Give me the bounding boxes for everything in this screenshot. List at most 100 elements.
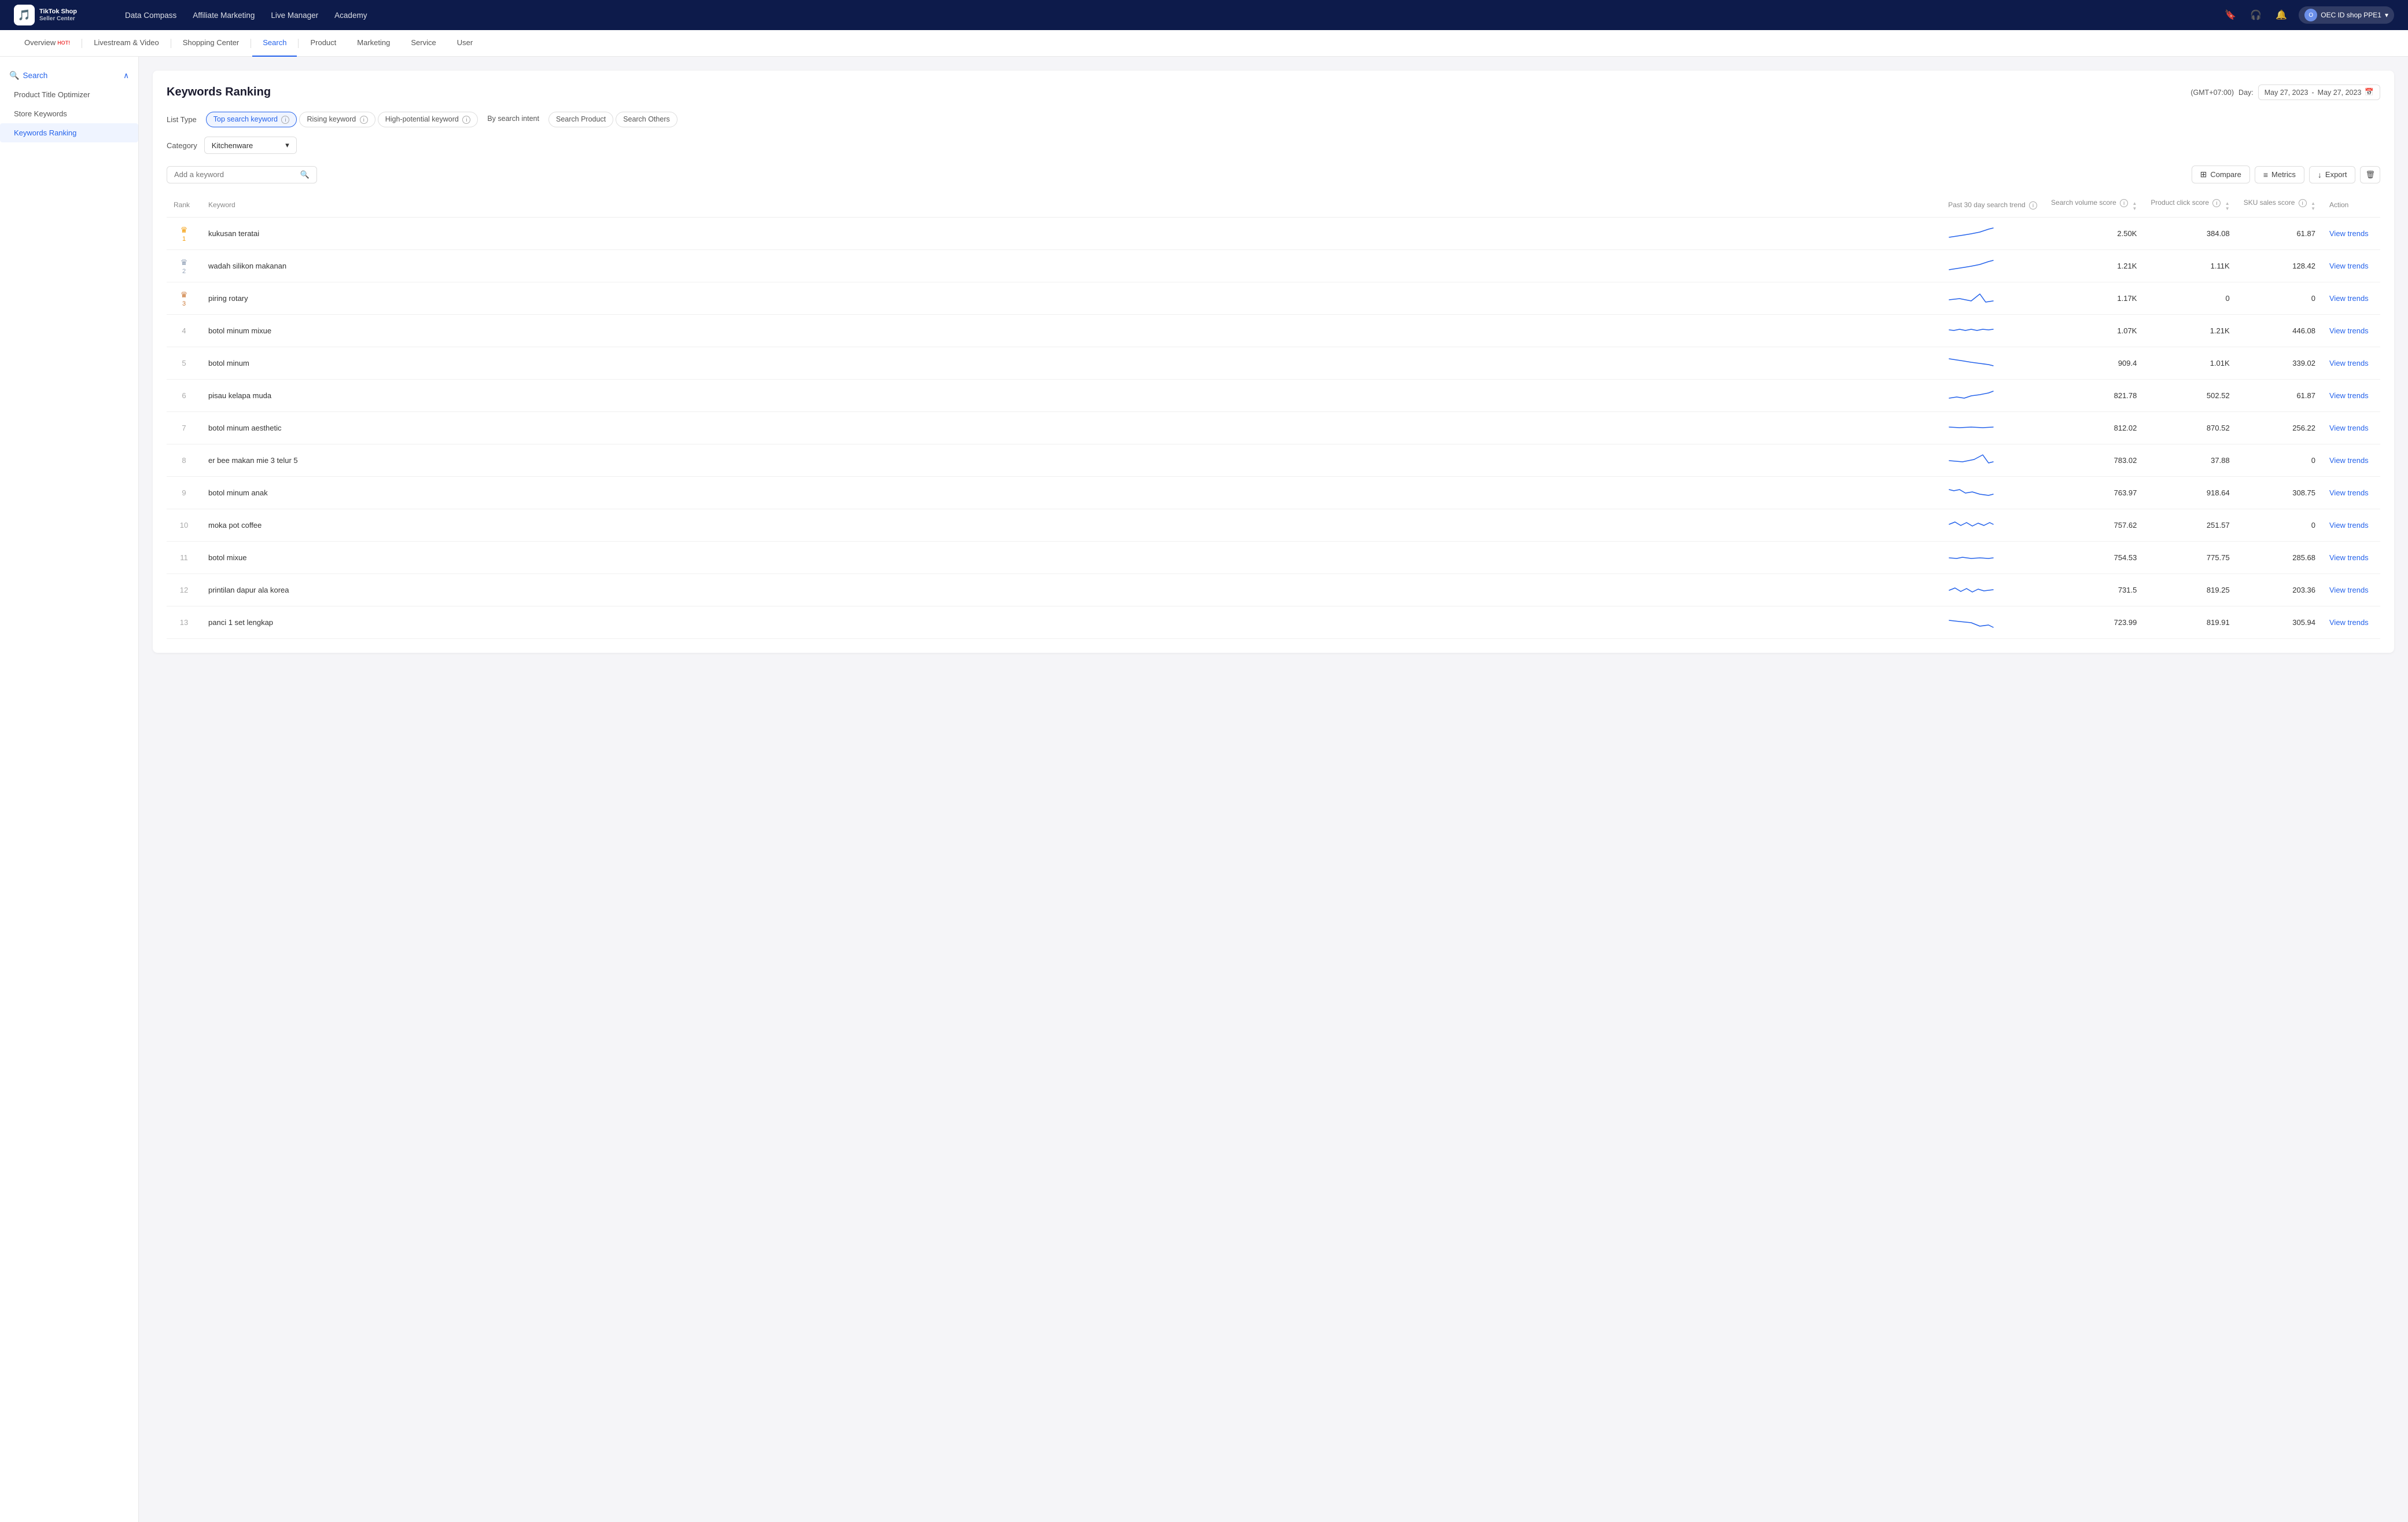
sparkline-cell	[1941, 218, 2044, 250]
bookmark-icon[interactable]: 🔖	[2222, 7, 2238, 23]
view-trends-link[interactable]: View trends	[2329, 424, 2369, 432]
sort-icons-sku-sales[interactable]: ▲ ▼	[2311, 201, 2315, 211]
info-icon-search-volume[interactable]: i	[2120, 199, 2128, 207]
keyword-search-input[interactable]	[174, 170, 296, 179]
view-trends-link[interactable]: View trends	[2329, 521, 2369, 530]
sku-sales-cell: 0	[2237, 509, 2322, 542]
table-row: 7botol minum aesthetic812.02870.52256.22…	[167, 412, 2380, 444]
info-icon-product-click[interactable]: i	[2212, 199, 2221, 207]
sort-icons-search-volume[interactable]: ▲ ▼	[2132, 201, 2137, 211]
rank-number: 2	[182, 268, 186, 275]
tab-search-others[interactable]: Search Others	[616, 112, 678, 127]
product-click-cell: 0	[2144, 282, 2236, 315]
sidebar-item-product-title-optimizer[interactable]: Product Title Optimizer	[0, 85, 138, 104]
view-trends-link[interactable]: View trends	[2329, 488, 2369, 497]
search-volume-cell: 1.07K	[2044, 315, 2144, 347]
view-trends-link[interactable]: View trends	[2329, 553, 2369, 562]
bell-icon[interactable]: 🔔	[2273, 7, 2289, 23]
view-trends-link[interactable]: View trends	[2329, 294, 2369, 303]
product-click-cell: 918.64	[2144, 477, 2236, 509]
sku-sales-cell: 256.22	[2237, 412, 2322, 444]
sidebar-item-store-keywords[interactable]: Store Keywords	[0, 104, 138, 123]
info-icon-sku-sales[interactable]: i	[2299, 199, 2307, 207]
nav-divider-4	[298, 39, 299, 48]
category-select[interactable]: Kitchenware ▾	[204, 137, 297, 154]
export-button[interactable]: ↓ Export	[2309, 166, 2356, 183]
search-volume-cell: 763.97	[2044, 477, 2144, 509]
metrics-button[interactable]: ≡ Metrics	[2255, 166, 2304, 183]
sku-sales-cell: 446.08	[2237, 315, 2322, 347]
nav-marketing[interactable]: Marketing	[347, 30, 400, 57]
headphones-icon[interactable]: 🎧	[2248, 7, 2264, 23]
top-nav-links: Data Compass Affiliate Marketing Live Ma…	[125, 9, 2204, 22]
table-row: 4botol minum mixue1.07K1.21K446.08View t…	[167, 315, 2380, 347]
tab-by-search-intent[interactable]: By search intent	[480, 112, 546, 127]
nav-data-compass[interactable]: Data Compass	[125, 9, 176, 22]
keyword-cell: botol minum mixue	[201, 315, 1941, 347]
tab-high-potential-keyword[interactable]: High-potential keyword i	[378, 112, 478, 127]
action-cell: View trends	[2322, 282, 2380, 315]
nav-search[interactable]: Search	[252, 30, 297, 57]
view-trends-link[interactable]: View trends	[2329, 456, 2369, 465]
view-trends-link[interactable]: View trends	[2329, 618, 2369, 627]
sparkline-cell	[1941, 282, 2044, 315]
rank-number: 1	[182, 236, 186, 242]
sku-sales-cell: 61.87	[2237, 380, 2322, 412]
nav-shopping-center[interactable]: Shopping Center	[172, 30, 250, 57]
view-trends-link[interactable]: View trends	[2329, 326, 2369, 335]
table-row: 9botol minum anak763.97918.64308.75View …	[167, 477, 2380, 509]
view-trends-link[interactable]: View trends	[2329, 586, 2369, 594]
info-icon-rising[interactable]: i	[360, 116, 368, 124]
rank-number: 3	[182, 300, 186, 307]
keyword-search-box[interactable]: 🔍	[167, 166, 317, 183]
info-icon-top-search[interactable]: i	[281, 116, 289, 124]
nav-user[interactable]: User	[447, 30, 483, 57]
keyword-cell: botol mixue	[201, 542, 1941, 574]
user-label: OEC ID shop PPE1	[2321, 11, 2381, 19]
date-range-picker[interactable]: May 27, 2023 - May 27, 2023 📅	[2258, 84, 2380, 100]
nav-live-manager[interactable]: Live Manager	[271, 9, 318, 22]
compare-button[interactable]: ⊞ Compare	[2192, 166, 2250, 183]
view-trends-link[interactable]: View trends	[2329, 391, 2369, 400]
sku-sales-cell: 128.42	[2237, 250, 2322, 282]
toolbar-buttons: ⊞ Compare ≡ Metrics ↓ Export 🗑	[2192, 166, 2380, 183]
clear-button[interactable]: 🗑	[2360, 166, 2380, 183]
tab-rising-keyword[interactable]: Rising keyword i	[299, 112, 375, 127]
nav-product[interactable]: Product	[300, 30, 347, 57]
nav-academy[interactable]: Academy	[334, 9, 367, 22]
top-navigation: 🎵 TikTok Shop Seller Center Data Compass…	[0, 0, 2408, 30]
sidebar: 🔍 Search ∧ Product Title Optimizer Store…	[0, 57, 139, 1522]
sku-sales-cell: 0	[2237, 282, 2322, 315]
sort-icons-product-click[interactable]: ▲ ▼	[2225, 201, 2230, 211]
search-volume-cell: 909.4	[2044, 347, 2144, 380]
date-from: May 27, 2023	[2265, 89, 2308, 97]
user-menu[interactable]: O OEC ID shop PPE1 ▾	[2299, 6, 2394, 24]
view-trends-link[interactable]: View trends	[2329, 262, 2369, 270]
tab-search-product[interactable]: Search Product	[548, 112, 613, 127]
view-trends-link[interactable]: View trends	[2329, 359, 2369, 367]
sparkline-cell	[1941, 347, 2044, 380]
logo-subtext: Seller Center	[39, 16, 77, 22]
product-click-cell: 251.57	[2144, 509, 2236, 542]
info-icon-high-potential[interactable]: i	[462, 116, 470, 124]
nav-overview[interactable]: OverviewHOT!	[14, 30, 80, 57]
nav-livestream[interactable]: Livestream & Video	[83, 30, 170, 57]
tab-top-search-keyword[interactable]: Top search keyword i	[206, 112, 297, 127]
date-separator: -	[2312, 89, 2314, 97]
view-trends-link[interactable]: View trends	[2329, 229, 2369, 238]
keyword-cell: pisau kelapa muda	[201, 380, 1941, 412]
rank-cell: ♛1	[167, 218, 201, 250]
sku-sales-cell: 203.36	[2237, 574, 2322, 606]
sparkline-cell	[1941, 250, 2044, 282]
info-icon-trend[interactable]: i	[2029, 201, 2037, 209]
keyword-cell: botol minum	[201, 347, 1941, 380]
nav-service[interactable]: Service	[400, 30, 446, 57]
sidebar-search-header[interactable]: 🔍 Search ∧	[0, 66, 138, 85]
action-cell: View trends	[2322, 250, 2380, 282]
nav-affiliate-marketing[interactable]: Affiliate Marketing	[193, 9, 255, 22]
trash-icon: 🗑	[2365, 170, 2375, 179]
keyword-cell: piring rotary	[201, 282, 1941, 315]
sidebar-item-keywords-ranking[interactable]: Keywords Ranking	[0, 123, 138, 142]
product-click-cell: 819.25	[2144, 574, 2236, 606]
action-cell: View trends	[2322, 347, 2380, 380]
